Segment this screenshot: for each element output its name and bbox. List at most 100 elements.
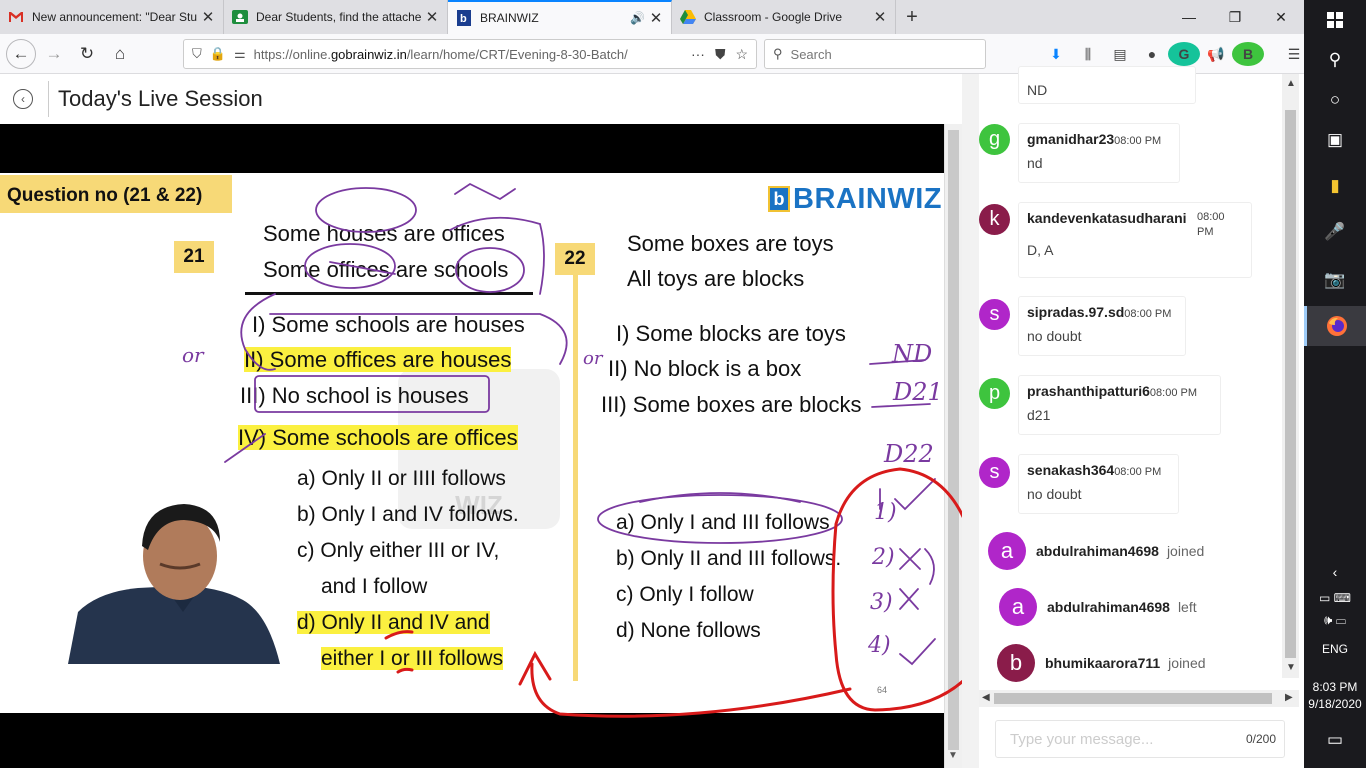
chat-scrollbar[interactable]: ▲ ▼ xyxy=(1282,74,1299,678)
file-explorer-icon[interactable]: ▮ xyxy=(1304,166,1366,206)
close-window-icon[interactable]: ✕ xyxy=(1258,0,1304,34)
close-tab-icon[interactable]: ✕ xyxy=(201,8,215,26)
q22-option: c) Only I follow xyxy=(616,583,754,606)
question-22-number: 22 xyxy=(555,243,595,275)
windows-start-icon[interactable] xyxy=(1304,0,1366,40)
lock-icon[interactable]: 🔒 xyxy=(210,46,226,62)
sidebar-icon[interactable]: ▤ xyxy=(1104,42,1136,66)
chat-message: k xyxy=(979,204,1010,235)
new-tab-button[interactable]: + xyxy=(896,0,928,34)
message-input[interactable] xyxy=(1010,730,1246,748)
camera-icon[interactable]: 📷 xyxy=(1304,260,1366,300)
cortana-icon[interactable]: ○ xyxy=(1304,80,1366,120)
pocket-icon[interactable]: ⛊ xyxy=(715,46,726,63)
q22-premise: Some boxes are toys xyxy=(627,231,834,256)
shield-icon[interactable]: ⛉ xyxy=(192,46,202,62)
scroll-thumb[interactable] xyxy=(994,693,1272,704)
grammarly-icon[interactable]: G xyxy=(1168,42,1200,66)
close-tab-icon[interactable]: ✕ xyxy=(873,8,887,26)
restore-icon[interactable]: ❐ xyxy=(1212,0,1258,34)
tab-gmail[interactable]: New announcement: "Dear Stu ✕ xyxy=(0,0,224,34)
q21-option: c) Only either III or IV, xyxy=(297,539,500,562)
url-text[interactable]: https://online.gobrainwiz.in/learn/home/… xyxy=(254,47,681,62)
presenter-video xyxy=(68,504,280,664)
question-header: Question no (21 & 22) xyxy=(0,175,232,213)
avatar: k xyxy=(979,204,1010,235)
page-actions-icon[interactable]: ··· xyxy=(691,46,705,62)
avatar: g xyxy=(979,124,1010,155)
scroll-up-arrow[interactable]: ▲ xyxy=(1286,78,1296,89)
chat-message: g xyxy=(979,124,1010,155)
video-player[interactable]: Question no (21 & 22) b BRAINWIZ WIZ 21 … xyxy=(0,124,944,768)
event-username: bhumikaarora711 xyxy=(1045,655,1161,671)
address-bar[interactable]: ⛉ 🔒 ⚌ https://online.gobrainwiz.in/learn… xyxy=(183,39,757,69)
question-21-number: 21 xyxy=(174,241,214,273)
account-icon[interactable]: ● xyxy=(1136,42,1168,66)
q21-premise: Some houses are offices xyxy=(263,221,505,246)
avatar: a xyxy=(999,588,1037,626)
message-text: nd xyxy=(1027,155,1043,171)
chat-event: a abdulrahiman4698 joined xyxy=(988,532,1204,570)
tab-title: Dear Students, find the attache xyxy=(256,10,421,24)
message-time: 08:00 PM xyxy=(1114,135,1162,147)
tab-brainwiz[interactable]: b BRAINWIZ 🔊 ✕ xyxy=(448,0,672,34)
scroll-thumb[interactable] xyxy=(948,130,959,750)
permissions-icon[interactable]: ⚌ xyxy=(234,46,246,62)
page-scrollbar[interactable]: ▼ xyxy=(944,124,962,768)
q21-option: b) Only I and IV follows. xyxy=(297,503,519,526)
scroll-down-arrow[interactable]: ▼ xyxy=(1286,662,1296,673)
clock-date[interactable]: 9/18/2020 xyxy=(1304,697,1366,711)
chat-event: b bhumikaarora711 joined xyxy=(997,644,1206,682)
volume-icon[interactable]: 🕪 ▭ xyxy=(1304,600,1366,640)
q22-conclusion: I) Some blocks are toys xyxy=(616,321,846,346)
brainwiz-logo: b BRAINWIZ xyxy=(768,181,942,217)
chat-bubble: kandevenkatasudharani 08:00 PM D, A xyxy=(1018,202,1252,278)
bookmark-star-icon[interactable]: ☆ xyxy=(735,46,748,63)
q21-option: and I follow xyxy=(321,575,428,598)
chat-bubble: senakash36408:00 PM no doubt xyxy=(1018,454,1179,514)
avatar: s xyxy=(979,299,1010,330)
extension-b-icon[interactable]: B xyxy=(1232,42,1264,66)
scroll-thumb[interactable] xyxy=(1285,110,1296,658)
chat-bubble: gmanidhar2308:00 PM nd xyxy=(1018,123,1180,183)
scroll-right-arrow[interactable]: ▶ xyxy=(1285,692,1293,703)
chat-horizontal-scrollbar[interactable]: ◀ ▶ xyxy=(979,690,1299,707)
q21-option: d) Only II and IV and xyxy=(297,611,490,634)
back-button[interactable]: ← xyxy=(6,38,36,69)
minimize-icon[interactable]: — xyxy=(1166,0,1212,34)
tab-drive[interactable]: Classroom - Google Drive ✕ xyxy=(672,0,896,34)
chat-event: a abdulrahiman4698 left xyxy=(999,588,1197,626)
download-icon[interactable]: ⬇ xyxy=(1040,42,1072,66)
tab-classroom[interactable]: Dear Students, find the attache ✕ xyxy=(224,0,448,34)
forward-button[interactable]: → xyxy=(39,39,69,69)
task-view-icon[interactable]: ▣ xyxy=(1304,120,1366,160)
speaker-icon[interactable]: 🔊 xyxy=(630,11,645,25)
search-placeholder: Search xyxy=(790,46,832,62)
firefox-icon[interactable] xyxy=(1304,306,1366,346)
q21-conclusion: IV) Some schools are offices xyxy=(238,425,518,450)
back-circle-icon[interactable]: ‹ xyxy=(13,89,33,109)
brainwiz-icon: b xyxy=(456,10,472,26)
scroll-left-arrow[interactable]: ◀ xyxy=(982,692,990,703)
reload-button[interactable]: ↻ xyxy=(72,39,102,69)
close-tab-icon[interactable]: ✕ xyxy=(425,8,439,26)
voice-recorder-icon[interactable]: 🎤 xyxy=(1304,212,1366,252)
megaphone-icon[interactable]: 📢 xyxy=(1200,42,1232,66)
chat-bubble: prashanthipatturi608:00 PM d21 xyxy=(1018,375,1221,435)
avatar: b xyxy=(997,644,1035,682)
chat-input-box: 0/200 xyxy=(995,720,1285,758)
gmail-icon xyxy=(8,9,24,25)
search-input[interactable]: ⚲ Search xyxy=(764,39,986,69)
q22-option: a) Only I and III follows xyxy=(616,511,830,534)
notifications-icon[interactable]: ▭ xyxy=(1304,720,1366,760)
close-tab-icon[interactable]: ✕ xyxy=(649,9,663,27)
home-button[interactable]: ⌂ xyxy=(105,39,135,69)
chat-message: s xyxy=(979,299,1010,330)
scroll-down-arrow[interactable]: ▼ xyxy=(948,750,958,761)
search-icon[interactable]: ⚲ xyxy=(1304,40,1366,80)
clock-time[interactable]: 8:03 PM xyxy=(1304,680,1366,694)
toolbar-icons: ⬇ ⫼ ▤ ● G 📢 B ☰ xyxy=(1040,42,1310,66)
language-indicator[interactable]: ENG xyxy=(1304,642,1366,656)
library-icon[interactable]: ⫼ xyxy=(1072,42,1104,66)
drive-icon xyxy=(680,9,696,25)
